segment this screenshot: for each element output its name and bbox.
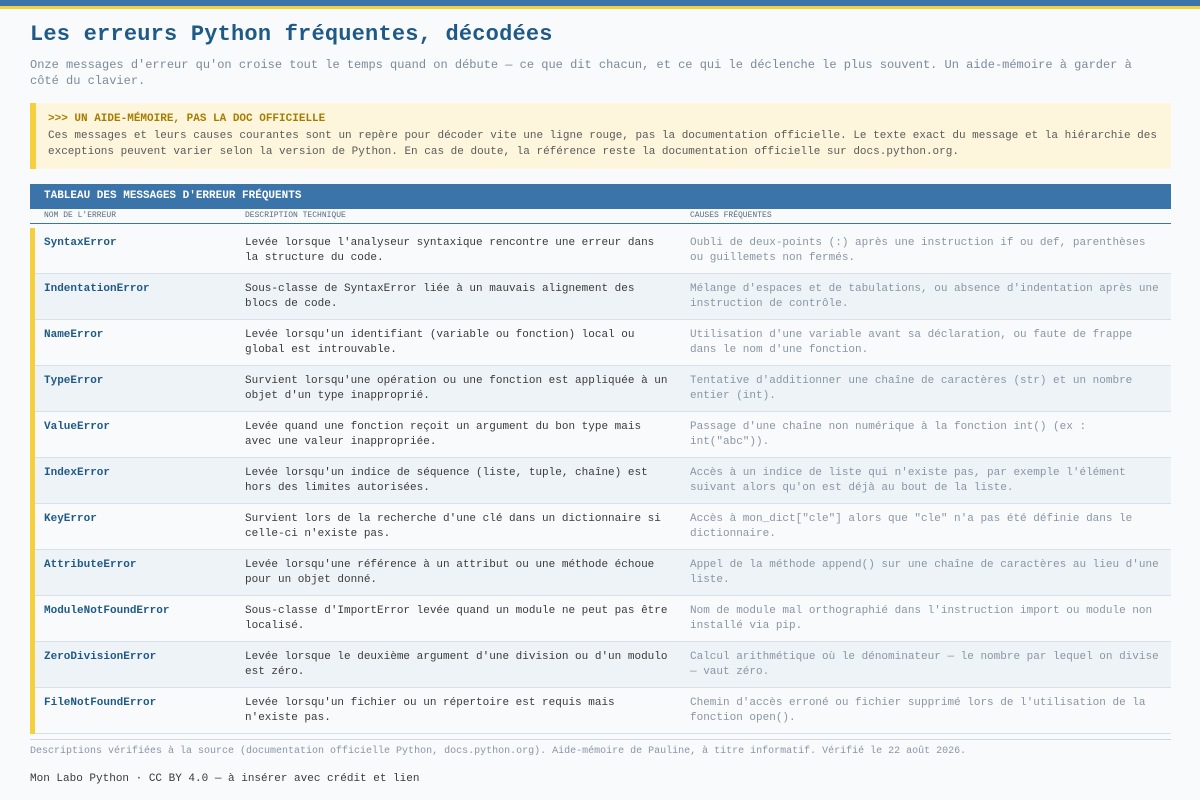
page-subtitle: Onze messages d'erreur qu'on croise tout… <box>30 58 1132 88</box>
table-row: NameError Levée lorsqu'un identifiant (v… <box>35 320 1171 366</box>
table-row: TypeError Survient lorsqu'une opération … <box>35 366 1171 412</box>
error-description: Survient lorsqu'une opération ou une fon… <box>245 375 668 402</box>
column-header-description: DESCRIPTION TECHNIQUE <box>245 211 346 220</box>
column-header-name: NOM DE L'ERREUR <box>44 211 117 220</box>
error-causes: Accès à un indice de liste qui n'existe … <box>690 467 1126 494</box>
error-description: Levée lorsque l'analyseur syntaxique ren… <box>245 237 655 264</box>
error-causes: Calcul arithmétique où le dénominateur —… <box>690 651 1159 678</box>
error-description: Sous-classe de SyntaxError liée à un mau… <box>245 283 635 310</box>
table-row: ValueError Levée quand une fonction reço… <box>35 412 1171 458</box>
error-name: KeyError <box>44 513 97 525</box>
error-causes: Oubli de deux-points (:) après une instr… <box>690 237 1146 264</box>
error-causes: Accès à mon_dict["cle"] alors que "cle" … <box>690 513 1133 540</box>
callout-title: >>> UN AIDE-MÉMOIRE, PAS LA DOC OFFICIEL… <box>48 113 326 125</box>
table-title: TABLEAU DES MESSAGES D'ERREUR FRÉQUENTS <box>30 184 1171 209</box>
error-description: Levée quand une fonction reçoit un argum… <box>245 421 642 448</box>
top-accent-stripe <box>0 6 1200 9</box>
table-row: KeyError Survient lors de la recherche d… <box>35 504 1171 550</box>
table-row: FileNotFoundError Levée lorsqu'un fichie… <box>35 688 1171 734</box>
error-name: FileNotFoundError <box>44 697 157 709</box>
table-body: SyntaxError Levée lorsque l'analyseur sy… <box>30 228 1171 734</box>
error-causes: Mélange d'espaces et de tabulations, ou … <box>690 283 1159 310</box>
error-description: Levée lorsqu'un identifiant (variable ou… <box>245 329 635 356</box>
callout-body: Ces messages et leurs causes courantes s… <box>48 130 1157 158</box>
page-title: Les erreurs Python fréquentes, décodées <box>30 22 553 47</box>
table-row: IndentationError Sous-classe de SyntaxEr… <box>35 274 1171 320</box>
error-name: IndentationError <box>44 283 150 295</box>
table-row: SyntaxError Levée lorsque l'analyseur sy… <box>35 228 1171 274</box>
error-name: NameError <box>44 329 104 341</box>
error-description: Levée lorsque le deuxième argument d'une… <box>245 651 668 678</box>
table-row: AttributeError Levée lorsqu'une référenc… <box>35 550 1171 596</box>
error-description: Levée lorsqu'un indice de séquence (list… <box>245 467 648 494</box>
error-description: Sous-classe d'ImportError levée quand un… <box>245 605 668 632</box>
error-causes: Utilisation d'une variable avant sa décl… <box>690 329 1133 356</box>
column-header-causes: CAUSES FRÉQUENTES <box>690 211 772 220</box>
error-description: Survient lors de la recherche d'une clé … <box>245 513 661 540</box>
error-causes: Appel de la méthode append() sur une cha… <box>690 559 1159 586</box>
error-causes: Passage d'une chaîne non numérique à la … <box>690 421 1087 448</box>
table-row: IndexError Levée lorsqu'un indice de séq… <box>35 458 1171 504</box>
error-name: IndexError <box>44 467 111 479</box>
footer-divider <box>30 739 1171 740</box>
page-content: Les erreurs Python fréquentes, décodées … <box>30 22 1171 785</box>
error-name: ModuleNotFoundError <box>44 605 170 617</box>
error-description: Levée lorsqu'une référence à un attribut… <box>245 559 655 586</box>
error-causes: Tentative d'additionner une chaîne de ca… <box>690 375 1133 402</box>
error-name: AttributeError <box>44 559 137 571</box>
error-name: TypeError <box>44 375 104 387</box>
table-row: ZeroDivisionError Levée lorsque le deuxi… <box>35 642 1171 688</box>
error-name: ZeroDivisionError <box>44 651 157 663</box>
error-description: Levée lorsqu'un fichier ou un répertoire… <box>245 697 615 724</box>
source-note: Descriptions vérifiées à la source (docu… <box>30 746 967 757</box>
error-causes: Nom de module mal orthographié dans l'in… <box>690 605 1153 632</box>
error-causes: Chemin d'accès erroné ou fichier supprim… <box>690 697 1146 724</box>
error-name: ValueError <box>44 421 111 433</box>
license-credit: Mon Labo Python · CC BY 4.0 — à insérer … <box>30 773 420 785</box>
disclaimer-callout: >>> UN AIDE-MÉMOIRE, PAS LA DOC OFFICIEL… <box>30 103 1171 169</box>
error-name: SyntaxError <box>44 237 117 249</box>
table-row: ModuleNotFoundError Sous-classe d'Import… <box>35 596 1171 642</box>
table-column-headers: NOM DE L'ERREUR DESCRIPTION TECHNIQUE CA… <box>30 209 1171 224</box>
